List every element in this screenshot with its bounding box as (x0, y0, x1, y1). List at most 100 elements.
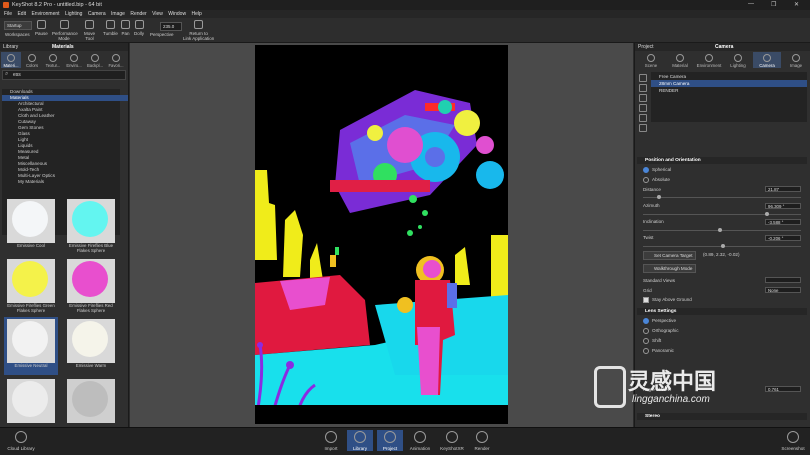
add-camera-icon[interactable] (639, 74, 647, 82)
project-title: Camera (715, 44, 734, 50)
material-thumbnail[interactable]: Emissive Warm (64, 317, 118, 375)
tree-item[interactable]: My Materials (2, 179, 136, 185)
menu-environment[interactable]: Environment (31, 10, 59, 18)
tab-environments[interactable]: Enviro... (64, 52, 84, 68)
radio-on-icon (643, 318, 649, 324)
real-time-viewport[interactable] (130, 43, 633, 427)
library-title: Materials (52, 44, 74, 50)
material-thumbnail[interactable]: Emissive Cool (4, 197, 58, 255)
spherical-option[interactable]: Spherical (643, 167, 671, 173)
keyshotxr-button[interactable]: KeyShotXR (437, 430, 467, 451)
material-thumbnail[interactable]: Emissive Fireflies Red Flakes Sphere (64, 257, 118, 315)
animation-icon (414, 431, 426, 443)
minimize-button[interactable]: — (748, 1, 754, 7)
lens-perspective-option[interactable]: Perspective (643, 318, 676, 324)
inclination-input[interactable]: -3.588 ° (765, 219, 801, 225)
workspaces-label: Workspaces (5, 32, 30, 37)
walkthrough-mode-button[interactable]: Walkthrough Mode (643, 264, 697, 273)
material-thumbnail-selected[interactable]: Emissive Neutral (4, 317, 58, 375)
tab-backplates[interactable]: Backpl... (85, 52, 105, 68)
library-icon (354, 431, 366, 443)
dolly-button[interactable]: Dolly (134, 20, 144, 36)
grid-label: Grid (643, 288, 652, 293)
material-thumbnail-grid: Emissive Cool Emissive Fireflies Blue Fl… (2, 193, 120, 425)
tab-material[interactable]: Material (666, 52, 694, 68)
project-button[interactable]: Project (377, 430, 403, 451)
tumble-button[interactable]: Tumble (103, 20, 118, 36)
duplicate-camera-icon[interactable] (639, 84, 647, 92)
tab-materials[interactable]: Materi... (1, 52, 21, 68)
material-thumbnail[interactable]: Emissive Fireflies Blue Flakes Sphere (64, 197, 118, 255)
distance-input[interactable]: 21.87 (765, 186, 801, 192)
menu-lighting[interactable]: Lighting (65, 10, 83, 18)
lens-panoramic-option[interactable]: Panoramic (643, 348, 674, 354)
pause-icon (36, 20, 46, 29)
camera-item[interactable]: Free Camera (651, 73, 807, 80)
radio-off-icon (643, 328, 649, 334)
save-camera-icon[interactable] (639, 94, 647, 102)
lens-settings-section[interactable]: Lens Settings (637, 308, 807, 315)
render-button[interactable]: Render (469, 430, 495, 451)
tab-camera[interactable]: Camera (753, 52, 781, 68)
azimuth-input[interactable]: 96.309 ° (765, 203, 801, 209)
menu-render[interactable]: Render (130, 10, 146, 18)
performance-mode-button[interactable]: Performance Mode (52, 20, 78, 41)
set-camera-target-button[interactable]: Set Camera Target (643, 251, 697, 260)
inclination-slider[interactable] (643, 228, 801, 232)
tab-favorites[interactable]: Favori... (106, 52, 126, 68)
colors-icon (28, 54, 36, 62)
menu-help[interactable]: Help (191, 10, 201, 18)
animation-button[interactable]: Animation (407, 430, 433, 451)
menu-window[interactable]: Window (168, 10, 186, 18)
menu-file[interactable]: File (4, 10, 12, 18)
grid-select[interactable]: None (765, 287, 801, 293)
close-button[interactable]: ✕ (794, 1, 799, 8)
menu-edit[interactable]: Edit (17, 10, 26, 18)
lens-shift-option[interactable]: Shift (643, 338, 661, 344)
perspective-dropdown[interactable]: Perspective (150, 32, 174, 37)
twist-input[interactable]: -0.206 ° (765, 235, 801, 241)
twist-slider[interactable] (643, 244, 801, 248)
stay-above-ground-checkbox[interactable]: Stay Above Ground (643, 297, 692, 303)
screenshot-button[interactable]: Screenshot (778, 430, 808, 451)
lock-camera-icon[interactable] (639, 114, 647, 122)
camera-item[interactable]: RENDER (651, 87, 807, 94)
position-orientation-section[interactable]: Position and Orientation (637, 157, 807, 164)
return-to-link-button[interactable]: Return to Link Application (183, 20, 214, 41)
tab-colors[interactable]: Colors (22, 52, 42, 68)
standard-views-select[interactable] (765, 277, 801, 283)
radio-off-icon (643, 338, 649, 344)
lens-orthographic-option[interactable]: Orthographic (643, 328, 679, 334)
menu-image[interactable]: Image (111, 10, 125, 18)
absolute-option[interactable]: Absolute (643, 177, 670, 183)
watermark: 灵感中国 lingganchina.com (594, 362, 804, 418)
field-of-view-input[interactable]: 235.0 (160, 22, 182, 31)
delete-camera-icon[interactable] (639, 104, 647, 112)
tab-environment[interactable]: Environment (695, 52, 723, 68)
textures-icon (49, 54, 57, 62)
workspace-select[interactable]: Startup (4, 21, 32, 30)
distance-label: Distance (643, 187, 661, 192)
import-button[interactable]: Import (318, 430, 344, 451)
library-button[interactable]: Library (347, 430, 373, 451)
move-tool-button[interactable]: Move Tool (84, 20, 95, 41)
move-icon (85, 20, 94, 29)
menu-view[interactable]: View (152, 10, 163, 18)
menu-camera[interactable]: Camera (88, 10, 106, 18)
pause-button[interactable]: Pause (35, 20, 48, 36)
camera-list-tools (637, 72, 647, 152)
tab-textures[interactable]: Textur... (43, 52, 63, 68)
cloud-library-button[interactable]: Cloud Library (4, 430, 38, 451)
material-preview-sphere (12, 201, 48, 237)
tab-image[interactable]: Image (782, 52, 810, 68)
maximize-button[interactable]: ❐ (771, 1, 776, 8)
reset-camera-icon[interactable] (639, 124, 647, 132)
library-search-field[interactable]: ⌕ ess (2, 70, 126, 80)
tab-lighting[interactable]: Lighting (724, 52, 752, 68)
azimuth-slider[interactable] (643, 212, 801, 216)
camera-item-selected[interactable]: 28mm Camera (651, 80, 807, 87)
pan-button[interactable]: Pan (121, 20, 130, 36)
material-thumbnail[interactable]: Emissive Fireflies Green Flakes Sphere (4, 257, 58, 315)
tab-scene[interactable]: Scene (637, 52, 665, 68)
distance-slider[interactable] (643, 195, 801, 199)
